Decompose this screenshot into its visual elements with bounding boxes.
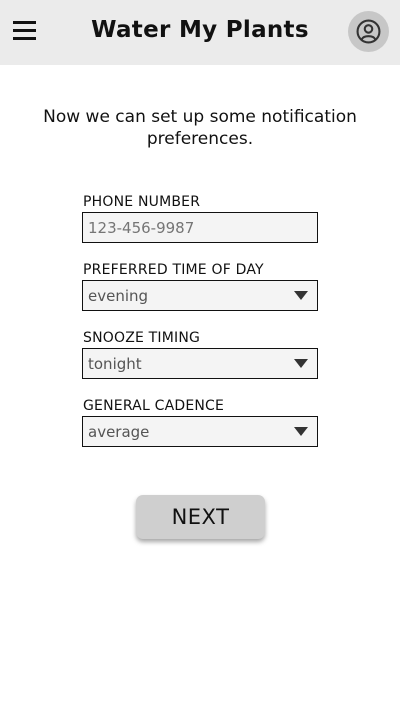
phone-number-input[interactable] — [82, 212, 318, 243]
dropdown-arrow-icon — [294, 359, 308, 368]
snooze-timing-label: SNOOZE TIMING — [83, 330, 201, 346]
general-cadence-select[interactable]: average — [82, 416, 318, 447]
user-circle-icon — [356, 19, 381, 44]
next-button[interactable]: NEXT — [136, 495, 265, 539]
time-of-day-select[interactable]: evening — [82, 280, 318, 311]
app-header: Water My Plants — [0, 0, 400, 65]
time-of-day-value: evening — [88, 287, 149, 305]
dropdown-arrow-icon — [294, 291, 308, 300]
general-cadence-value: average — [88, 423, 150, 441]
app-title: Water My Plants — [91, 17, 309, 43]
general-cadence-label: GENERAL CADENCE — [83, 398, 225, 414]
profile-button[interactable] — [348, 11, 389, 52]
dropdown-arrow-icon — [294, 427, 308, 436]
snooze-timing-select[interactable]: tonight — [82, 348, 318, 379]
phone-number-label: PHONE NUMBER — [83, 194, 201, 210]
intro-text: Now we can set up some notification pref… — [43, 107, 357, 149]
time-of-day-label: PREFERRED TIME OF DAY — [83, 262, 264, 278]
snooze-timing-value: tonight — [88, 355, 142, 373]
